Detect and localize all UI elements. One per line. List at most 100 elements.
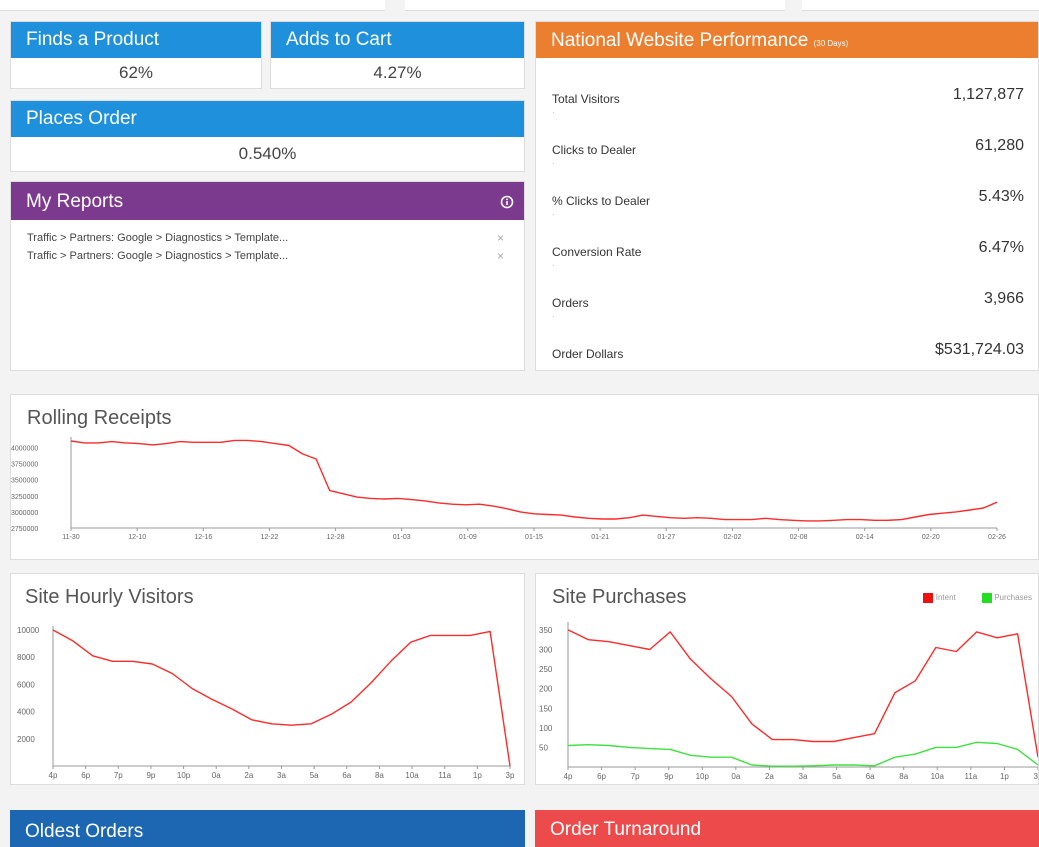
x-tick-label: 6a (342, 771, 351, 780)
y-tick-label: 200 (539, 685, 553, 694)
report-link[interactable]: Traffic > Partners: Google > Diagnostics… (27, 232, 288, 244)
stat-label: Total Visitors (552, 92, 620, 106)
y-tick-label: 6000 (17, 680, 35, 689)
top-panel-fragment (405, 0, 785, 11)
y-tick-label: 3000000 (11, 510, 38, 517)
series-line-purchases (567, 741, 1038, 767)
x-tick-label: 2a (765, 772, 774, 781)
x-tick-label: 9p (664, 772, 673, 781)
x-tick-label: 5a (310, 771, 319, 780)
x-tick-label: 8a (899, 772, 908, 781)
y-tick-label: 250 (539, 665, 553, 674)
x-tick-label: 12-22 (260, 534, 278, 541)
y-tick-label: 150 (539, 704, 553, 713)
x-tick-label: 6a (866, 772, 875, 781)
national-performance-header: National Website Performance (30 Days) (536, 22, 1038, 58)
y-tick-label: 3250000 (11, 494, 38, 501)
site-purchases-chart: 350 300 250 200 150 100 50 4p 6p 7p 9p 10p 0a 2a 3a 5a 6… (539, 622, 1038, 781)
x-tick-label: 8a (375, 771, 384, 780)
stat-divider-dot: · (552, 312, 555, 321)
stat-value: 6.47% (978, 239, 1024, 256)
stat-row: Orders 3,966 · (552, 278, 1024, 321)
top-panel-fragment (802, 0, 1039, 11)
x-tick-label: 11-30 (62, 534, 79, 541)
y-tick-label: 3500000 (11, 478, 38, 485)
site-hourly-visitors-card: Site Hourly Visitors 10000 8000 6000 4000 20… (10, 573, 525, 785)
x-tick-label: 01-21 (591, 534, 609, 541)
remove-report-icon[interactable]: × (497, 247, 504, 265)
x-tick-label: 11a (964, 772, 977, 781)
x-tick-label: 3p (1034, 772, 1038, 781)
x-tick-label: 02-08 (790, 534, 808, 541)
adds-to-cart-card: Adds to Cart 4.27% (270, 21, 525, 89)
report-item[interactable]: Traffic > Partners: Google > Diagnostics… (11, 229, 524, 247)
x-tick-label: 7p (631, 772, 640, 781)
oldest-orders-card: Oldest Orders (10, 810, 525, 847)
national-performance-subtitle: (30 Days) (813, 39, 849, 48)
x-tick-label: 6p (81, 771, 90, 780)
x-tick-label: 12-16 (194, 534, 212, 541)
my-reports-card: My Reports Traffic > Partners: Google > … (10, 181, 525, 371)
finds-product-value: 62% (118, 63, 154, 82)
order-turnaround-title: Order Turnaround (535, 810, 1039, 847)
site-purchases-card: Site Purchases Intent Purchases 350 300 25… (535, 573, 1039, 785)
x-tick-label: 1p (473, 771, 482, 780)
report-item[interactable]: Traffic > Partners: Google > Diagnostics… (11, 247, 524, 265)
y-tick-label: 8000 (17, 653, 35, 662)
places-order-card: Places Order 0.540% (10, 100, 525, 172)
order-turnaround-card: Order Turnaround (535, 810, 1039, 847)
stat-divider-dot: · (552, 108, 555, 117)
stat-value: 3,966 (983, 290, 1024, 307)
series-line-0 (70, 439, 998, 522)
national-performance-title: National Website Performance (551, 30, 809, 51)
adds-to-cart-value: 4.27% (373, 63, 422, 82)
finds-product-card: Finds a Product 62% (10, 21, 262, 89)
x-tick-label: 01-15 (525, 534, 543, 541)
my-reports-title: My Reports (26, 191, 124, 212)
x-tick-label: 2a (244, 771, 253, 780)
finds-product-title: Finds a Product (11, 22, 261, 58)
stat-row: % Clicks to Dealer 5.43% · (552, 176, 1024, 219)
adds-to-cart-title: Adds to Cart (271, 22, 524, 58)
info-icon[interactable] (500, 182, 514, 220)
top-panel-fragment (0, 0, 385, 11)
x-tick-label: 5a (832, 772, 841, 781)
x-tick-label: 4p (49, 771, 58, 780)
x-tick-label: 12-10 (128, 534, 146, 541)
x-tick-label: 10p (696, 772, 710, 781)
stat-row: Total Visitors 1,127,877 · (552, 74, 1024, 117)
rolling-receipts-card: Rolling Receipts 4000000 3750000 3500000 32… (10, 394, 1039, 560)
stat-divider-dot: · (552, 159, 555, 168)
x-tick-label: 10a (405, 771, 419, 780)
x-tick-label: 1p (1000, 772, 1009, 781)
stat-label: Clicks to Dealer (552, 143, 637, 157)
y-tick-label: 10000 (17, 626, 40, 635)
x-tick-label: 6p (597, 772, 606, 781)
x-tick-label: 9p (146, 771, 155, 780)
y-tick-label: 4000000 (11, 445, 38, 452)
x-tick-label: 01-09 (459, 534, 477, 541)
y-tick-label: 100 (539, 724, 553, 733)
x-tick-label: 3p (506, 771, 515, 780)
stat-value: 1,127,877 (952, 86, 1024, 103)
x-tick-label: 02-26 (988, 534, 1006, 541)
stat-value: $531,724.03 (935, 341, 1024, 358)
x-tick-label: 11a (438, 771, 451, 780)
stat-value: 61,280 (975, 137, 1024, 154)
x-tick-label: 02-02 (723, 534, 741, 541)
x-tick-label: 0a (731, 772, 740, 781)
x-tick-label: 7p (114, 771, 123, 780)
x-tick-label: 10a (931, 772, 945, 781)
remove-report-icon[interactable]: × (497, 229, 504, 247)
x-tick-label: 3a (277, 771, 286, 780)
national-performance-card: National Website Performance (30 Days) T… (535, 21, 1039, 371)
x-tick-label: 4p (564, 772, 573, 781)
y-tick-label: 3750000 (11, 462, 38, 469)
y-tick-label: 50 (539, 743, 548, 752)
stat-label: Conversion Rate (552, 245, 642, 259)
y-tick-label: 2000 (17, 735, 35, 744)
report-link[interactable]: Traffic > Partners: Google > Diagnostics… (27, 250, 288, 262)
x-tick-label: 01-27 (657, 534, 675, 541)
x-tick-label: 01-03 (393, 534, 411, 541)
x-tick-label: 3a (799, 772, 808, 781)
